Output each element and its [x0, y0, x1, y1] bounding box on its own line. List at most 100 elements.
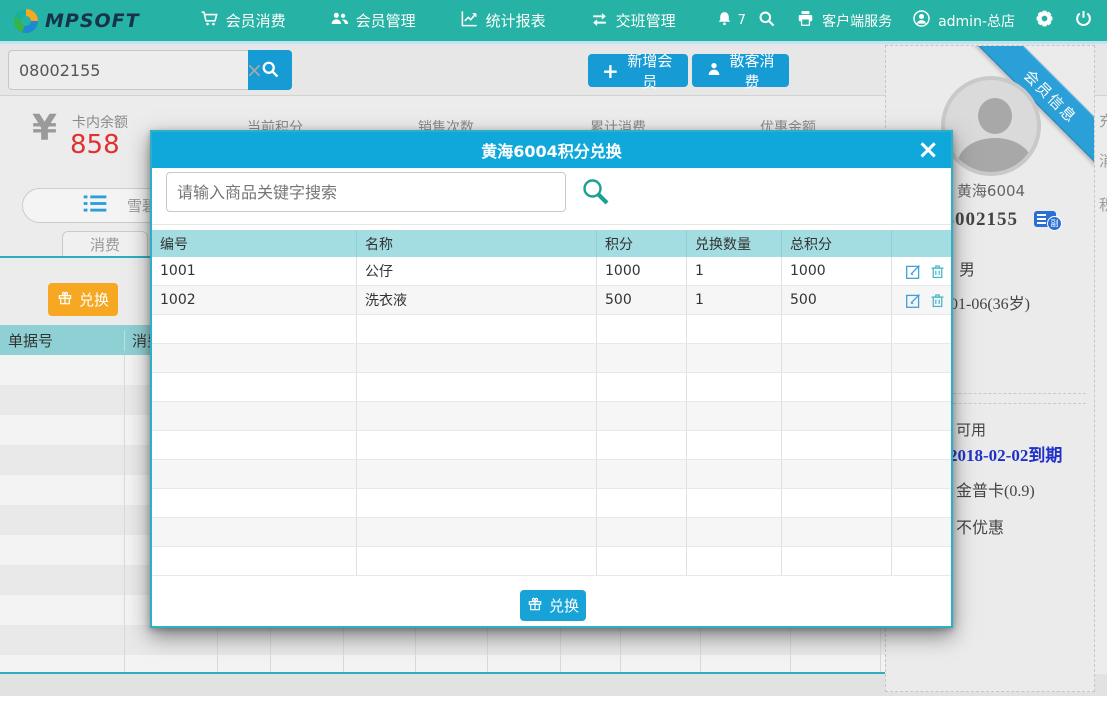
user-menu[interactable]: admin-总店 — [912, 9, 1015, 32]
exchange-button[interactable]: 兑换 — [48, 283, 118, 316]
logo-icon — [14, 9, 38, 33]
bell-icon — [716, 10, 733, 31]
member-birthday: 01-06(36岁) — [950, 290, 1030, 314]
cell — [597, 373, 687, 401]
exchange-submit-label: 兑换 — [549, 595, 579, 616]
edit-icon[interactable] — [905, 263, 922, 280]
cell: 1000 — [782, 257, 892, 285]
cell: 1 — [687, 286, 782, 314]
exchange-submit-button[interactable]: 兑换 — [520, 590, 586, 621]
member-search-input[interactable] — [8, 50, 248, 90]
nav-label: 交班管理 — [616, 10, 676, 31]
records-table-bottom-border — [0, 672, 955, 674]
add-member-label: 新增会员 — [626, 50, 674, 92]
exchange-table-empty-row — [152, 315, 951, 344]
cell — [597, 547, 687, 575]
exchange-table-row[interactable]: 1001公仔100011000 — [152, 257, 951, 286]
cell — [597, 431, 687, 459]
cell — [357, 547, 597, 575]
global-search-button[interactable] — [757, 9, 776, 32]
cell — [357, 315, 597, 343]
nav-label: 会员消费 — [226, 10, 286, 31]
exchange-table-header: 编号 名称 积分 兑换数量 总积分 — [152, 230, 951, 257]
col-name: 名称 — [357, 230, 597, 257]
search-divider — [152, 224, 951, 225]
app-window: MPSOFT 会员消费 会员管理 统计报表 交班管理 7 — [0, 0, 1107, 705]
product-search-input[interactable] — [166, 172, 566, 212]
settings-button[interactable] — [1035, 9, 1054, 32]
cell — [782, 373, 892, 401]
add-member-button[interactable]: + 新增会员 — [588, 54, 688, 87]
list-icon — [23, 195, 107, 216]
notification-area[interactable]: 7 — [716, 10, 746, 31]
trash-icon[interactable] — [929, 292, 946, 309]
cell — [687, 315, 782, 343]
tab-consume-label: 消费 — [90, 234, 120, 255]
walkin-consume-button[interactable]: 散客消费 — [692, 54, 789, 87]
card-copy-badge: 副 — [1047, 216, 1062, 231]
logout-button[interactable] — [1074, 9, 1093, 32]
cell — [152, 460, 357, 488]
row-actions — [892, 547, 951, 575]
cell — [357, 373, 597, 401]
client-service[interactable]: 客户端服务 — [796, 9, 892, 32]
balance-value: 858 — [70, 130, 120, 160]
row-actions — [892, 257, 951, 285]
col-total: 总积分 — [782, 230, 892, 257]
row-actions — [892, 489, 951, 517]
edit-icon[interactable] — [905, 292, 922, 309]
tab-consume[interactable]: 消费 — [62, 231, 148, 257]
cell — [152, 518, 357, 546]
trash-icon[interactable] — [929, 263, 946, 280]
nav-item-reports[interactable]: 统计报表 — [442, 0, 564, 43]
col-points: 积分 — [597, 230, 687, 257]
client-service-label: 客户端服务 — [822, 11, 892, 31]
nav-item-member-manage[interactable]: 会员管理 — [312, 0, 434, 43]
cell — [687, 373, 782, 401]
cell — [597, 518, 687, 546]
clear-icon[interactable]: × — [246, 58, 263, 82]
cell — [687, 489, 782, 517]
edge-fragment: 消 — [1099, 150, 1107, 171]
exchange-button-label: 兑换 — [79, 289, 109, 310]
walkin-label: 散客消费 — [729, 50, 775, 92]
nav-label: 统计报表 — [486, 10, 546, 31]
cell — [357, 431, 597, 459]
cell — [152, 344, 357, 372]
row-actions — [892, 460, 951, 488]
search-icon — [757, 9, 776, 32]
notification-count: 7 — [738, 13, 746, 28]
logo-text: MPSOFT — [45, 10, 140, 32]
member-search-group: × — [8, 50, 292, 90]
exchange-table-row[interactable]: 1002洗衣液5001500 — [152, 286, 951, 315]
cell — [687, 402, 782, 430]
col-code: 编号 — [152, 230, 357, 257]
cell — [687, 431, 782, 459]
printer-icon — [796, 9, 815, 32]
cell — [782, 315, 892, 343]
exchange-table-empty-row — [152, 489, 951, 518]
gift-icon — [527, 596, 543, 616]
close-icon[interactable]: × — [917, 133, 939, 167]
exchange-table-empty-row — [152, 518, 951, 547]
cell — [152, 373, 357, 401]
cell — [687, 518, 782, 546]
row-actions — [892, 431, 951, 459]
gear-icon — [1035, 9, 1054, 32]
duplicate-card-icon[interactable]: 副 — [1034, 211, 1068, 233]
row-actions — [892, 402, 951, 430]
cell — [782, 518, 892, 546]
cell — [782, 402, 892, 430]
cell — [782, 547, 892, 575]
cell — [357, 344, 597, 372]
cell — [357, 489, 597, 517]
cell: 1000 — [597, 257, 687, 285]
cell — [782, 489, 892, 517]
cell: 500 — [597, 286, 687, 314]
product-search-icon[interactable] — [580, 176, 610, 206]
dialog-titlebar: 黄海6004积分兑换 × — [152, 132, 951, 168]
nav-item-member-consume[interactable]: 会员消费 — [182, 0, 304, 43]
app-logo: MPSOFT — [0, 9, 154, 33]
row-actions — [892, 315, 951, 343]
nav-item-shift-manage[interactable]: 交班管理 — [572, 0, 694, 43]
